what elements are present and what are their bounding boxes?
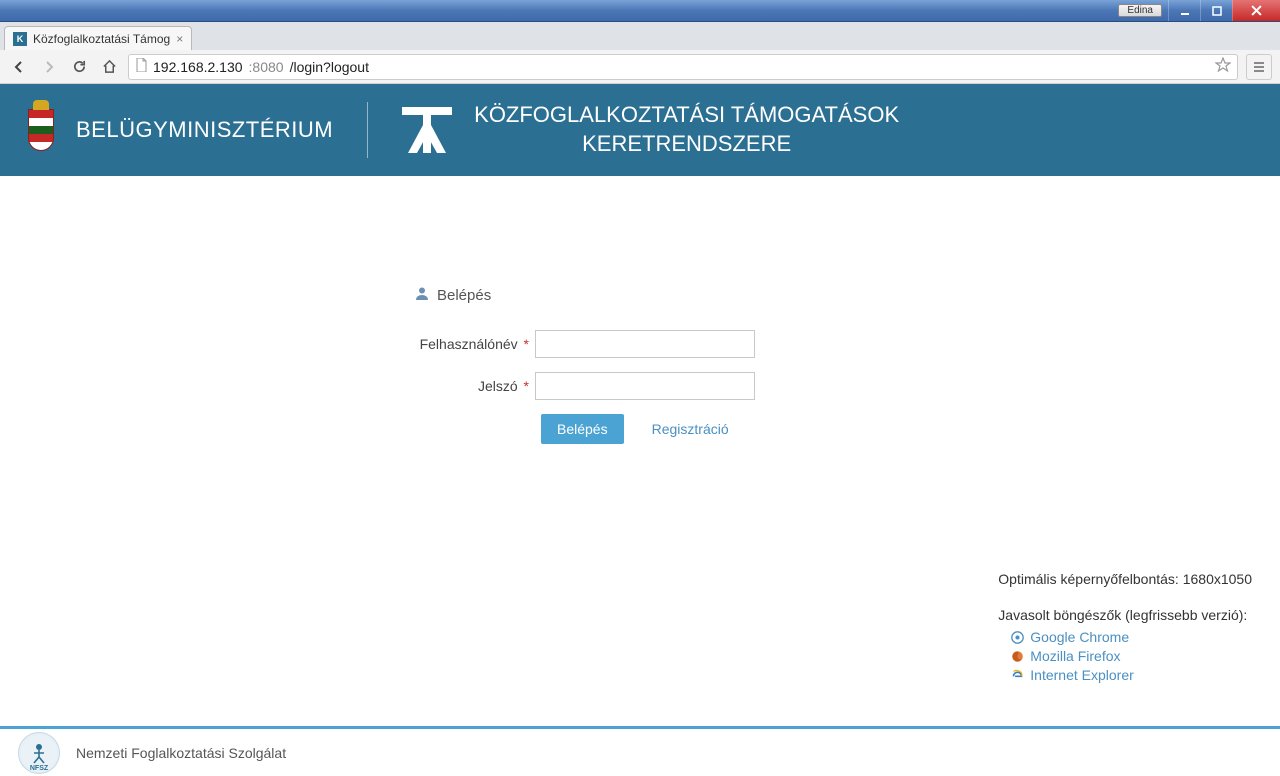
browser-link-chrome[interactable]: Google Chrome [1010, 629, 1252, 645]
resolution-info: Optimális képernyőfelbontás: 1680x1050 [998, 571, 1252, 587]
os-user-badge: Edina [1118, 4, 1162, 17]
browser-link-label: Google Chrome [1030, 629, 1129, 645]
app-title-line1: KÖZFOGLALKOZTATÁSI TÁMOGATÁSOK [474, 101, 899, 130]
chrome-icon [1010, 631, 1024, 644]
password-row: Jelszó * [405, 372, 875, 400]
username-label: Felhasználónév * [405, 336, 535, 352]
password-input[interactable] [535, 372, 755, 400]
browser-link-firefox[interactable]: Mozilla Firefox [1010, 648, 1252, 664]
browser-tab-title: Közfoglalkoztatási Támog [33, 32, 170, 46]
required-marker: * [520, 378, 529, 394]
footer-org-name: Nemzeti Foglalkoztatási Szolgálat [76, 745, 286, 761]
os-minimize-button[interactable] [1168, 0, 1200, 21]
address-bar[interactable]: 192.168.2.130 :8080/login?logout [128, 54, 1238, 80]
url-host: 192.168.2.130 [153, 59, 243, 75]
url-path: /login?logout [290, 59, 369, 75]
password-label: Jelszó * [405, 378, 535, 394]
app-logo-icon [402, 107, 452, 153]
ie-icon [1010, 669, 1024, 682]
username-input[interactable] [535, 330, 755, 358]
url-port: :8080 [249, 59, 284, 75]
bookmark-star-icon[interactable] [1215, 57, 1231, 76]
browser-toolbar: 192.168.2.130 :8080/login?logout [0, 50, 1280, 84]
favicon-icon: K [13, 32, 27, 46]
login-panel: Belépés Felhasználónév * Jelszó * Belépé… [405, 286, 875, 444]
firefox-icon [1010, 650, 1024, 663]
page-content: Belépés Felhasználónév * Jelszó * Belépé… [0, 286, 1280, 726]
tab-close-icon[interactable]: × [176, 32, 183, 46]
nfsz-logo-caption: NFSZ [30, 765, 48, 772]
nav-forward-button[interactable] [38, 56, 60, 78]
login-actions: Belépés Regisztráció [541, 414, 875, 444]
user-icon [415, 286, 429, 304]
login-heading: Belépés [405, 286, 875, 304]
login-heading-text: Belépés [437, 287, 491, 304]
required-marker: * [520, 336, 529, 352]
browsers-heading: Javasolt böngészők (legfrissebb verzió): [998, 607, 1252, 623]
login-button[interactable]: Belépés [541, 414, 624, 444]
browser-link-ie[interactable]: Internet Explorer [1010, 667, 1252, 683]
nav-back-button[interactable] [8, 56, 30, 78]
os-close-button[interactable] [1232, 0, 1280, 21]
browser-list: Google Chrome Mozilla Firefox Internet E… [998, 629, 1252, 683]
nav-reload-button[interactable] [68, 56, 90, 78]
page-header: BELÜGYMINISZTÉRIUM KÖZFOGLALKOZTATÁSI TÁ… [0, 84, 1280, 176]
os-maximize-button[interactable] [1200, 0, 1232, 21]
browser-tab-strip: K Közfoglalkoztatási Támog × [0, 22, 1280, 50]
app-title: KÖZFOGLALKOZTATÁSI TÁMOGATÁSOK KERETREND… [474, 101, 899, 158]
hungary-crest-icon [28, 109, 54, 151]
ministry-label: BELÜGYMINISZTÉRIUM [76, 117, 333, 143]
browser-link-label: Mozilla Firefox [1030, 648, 1120, 664]
header-divider [367, 102, 368, 158]
browser-link-label: Internet Explorer [1030, 667, 1134, 683]
side-info: Optimális képernyőfelbontás: 1680x1050 J… [998, 571, 1252, 686]
browser-tab[interactable]: K Közfoglalkoztatási Támog × [4, 26, 192, 50]
register-link[interactable]: Regisztráció [652, 421, 729, 437]
os-titlebar: Edina [0, 0, 1280, 22]
browser-menu-button[interactable] [1246, 54, 1272, 80]
username-row: Felhasználónév * [405, 330, 875, 358]
page-icon [135, 58, 147, 75]
nav-home-button[interactable] [98, 56, 120, 78]
page-footer: NFSZ Nemzeti Foglalkoztatási Szolgálat [0, 726, 1280, 776]
app-title-line2: KERETRENDSZERE [474, 130, 899, 159]
